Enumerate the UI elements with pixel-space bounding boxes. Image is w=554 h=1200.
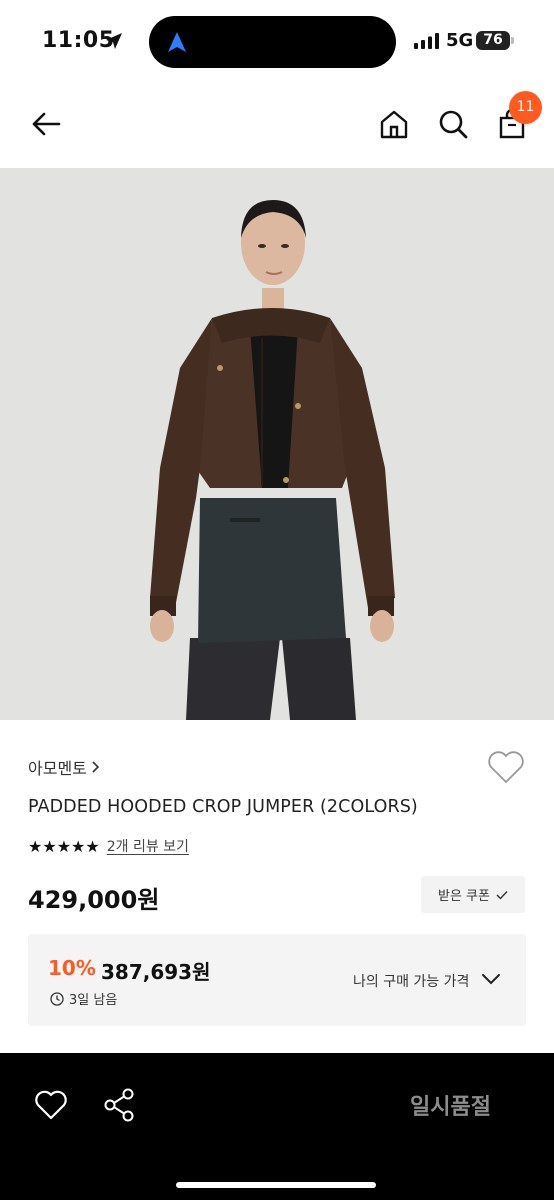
bottom-action-bar: 일시품절 bbox=[0, 1053, 554, 1200]
wishlist-heart-button[interactable] bbox=[486, 748, 526, 786]
dynamic-island bbox=[149, 16, 396, 68]
signal-icon bbox=[414, 33, 439, 49]
cart-count-badge: 11 bbox=[509, 91, 542, 124]
clock-icon bbox=[50, 991, 64, 1006]
home-button[interactable] bbox=[374, 104, 414, 144]
search-button[interactable] bbox=[433, 104, 473, 144]
home-icon bbox=[380, 110, 408, 139]
heart-outline-icon[interactable] bbox=[34, 1089, 68, 1121]
discount-rate: 10% bbox=[48, 956, 96, 980]
coupon-label: 받은 쿠폰 bbox=[438, 889, 490, 904]
my-price-label: 나의 구매 가능 가격 bbox=[353, 974, 470, 990]
product-price: 429,000원 bbox=[28, 886, 160, 914]
coupon-button[interactable]: 받은 쿠폰 bbox=[421, 876, 525, 913]
my-price: 387,693원 bbox=[101, 960, 211, 984]
chevron-right-icon bbox=[92, 761, 100, 773]
soldout-button[interactable]: 일시품절 bbox=[410, 1089, 491, 1121]
arrow-left-icon bbox=[32, 112, 61, 136]
remaining-time: 3일 남음 bbox=[50, 989, 117, 1008]
my-price-panel[interactable]: 10% 387,693원 3일 남음 나의 구매 가능 가격 bbox=[28, 934, 526, 1026]
navigation-icon bbox=[168, 32, 186, 52]
rating-row: ★★★★★ 2개 리뷰 보기 bbox=[28, 836, 189, 856]
product-image[interactable] bbox=[0, 168, 554, 720]
search-icon bbox=[439, 110, 468, 139]
back-button[interactable] bbox=[26, 104, 66, 144]
remaining-text: 3일 남음 bbox=[69, 993, 118, 1008]
review-link[interactable]: 2개 리뷰 보기 bbox=[107, 836, 189, 856]
battery-indicator: 76 bbox=[476, 31, 514, 50]
status-bar: 11:05 5G 76 bbox=[0, 0, 554, 80]
share-icon[interactable] bbox=[102, 1087, 136, 1123]
battery-tip bbox=[511, 37, 514, 44]
home-indicator[interactable] bbox=[176, 1182, 376, 1188]
brand-name: 아모멘토 bbox=[28, 759, 87, 778]
location-arrow-icon bbox=[106, 33, 122, 49]
network-type: 5G bbox=[446, 30, 474, 51]
battery-level: 76 bbox=[483, 32, 503, 48]
chevron-down-icon[interactable] bbox=[480, 971, 502, 987]
rating-stars: ★★★★★ bbox=[28, 836, 100, 856]
brand-link[interactable]: 아모멘토 bbox=[28, 755, 101, 779]
check-icon bbox=[496, 890, 508, 900]
top-nav bbox=[0, 80, 554, 168]
product-name: PADDED HOODED CROP JUMPER (2COLORS) bbox=[28, 797, 418, 817]
model-photo bbox=[0, 168, 554, 720]
